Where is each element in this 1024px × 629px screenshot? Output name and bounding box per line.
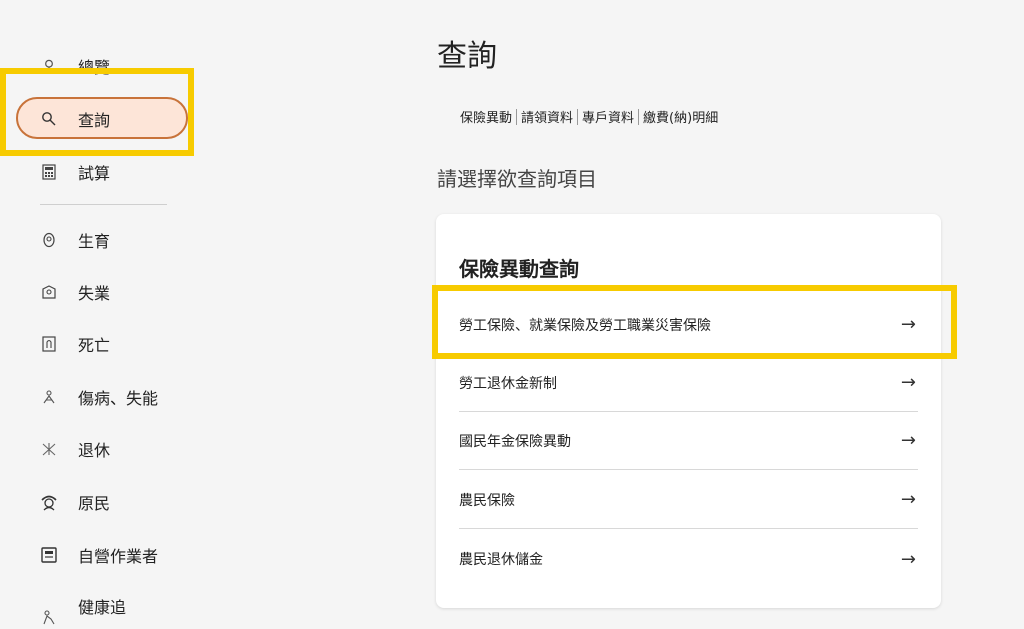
retirement-icon bbox=[40, 440, 58, 458]
indigenous-icon bbox=[40, 493, 58, 511]
arrow-right-icon: → bbox=[900, 489, 916, 510]
tab-payment-details[interactable]: 繳費(納)明細 bbox=[643, 107, 718, 126]
list-item[interactable]: 勞工退休金新制 → bbox=[459, 354, 918, 412]
arrow-right-icon: → bbox=[900, 430, 916, 451]
sidebar-item-retirement[interactable]: 退休 bbox=[40, 431, 110, 467]
sidebar-item-label: 生育 bbox=[78, 232, 111, 251]
sidebar-item-death[interactable]: 死亡 bbox=[40, 326, 110, 362]
tab-insurance-change[interactable]: 保險異動 bbox=[460, 107, 512, 126]
sidebar-item-calculator[interactable]: 試算 bbox=[40, 154, 110, 190]
sidebar-divider bbox=[40, 204, 167, 205]
query-card: 保險異動查詢 勞工保險、就業保險及勞工職業災害保險 → 勞工退休金新制 → 國民… bbox=[436, 214, 941, 608]
sidebar-item-unemployment[interactable]: 失業 bbox=[40, 274, 110, 310]
query-tabs: 保險異動 請領資料 專戶資料 繳費(納)明細 bbox=[460, 107, 718, 126]
tab-account-data[interactable]: 專戶資料 bbox=[582, 107, 634, 126]
list-item-label: 農民退休儲金 bbox=[459, 552, 543, 568]
arrow-right-icon: → bbox=[900, 372, 916, 393]
tab-separator bbox=[516, 108, 518, 125]
sidebar-item-label: 死亡 bbox=[78, 336, 111, 355]
tab-claim-data[interactable]: 請領資料 bbox=[521, 107, 573, 126]
sidebar-item-label: 試算 bbox=[78, 164, 111, 183]
sidebar-item-indigenous[interactable]: 原民 bbox=[40, 484, 110, 520]
health-icon bbox=[40, 608, 58, 626]
sidebar-item-label: 退休 bbox=[78, 441, 111, 460]
page-title: 查詢 bbox=[437, 39, 497, 74]
sidebar: ⚲ 總覽 查詢 試算 生育 失業 死亡 傷病、失能 退休 原民 自營作業者 健康… bbox=[0, 0, 210, 629]
sidebar-item-label: 失業 bbox=[78, 284, 111, 303]
sidebar-item-injury[interactable]: 傷病、失能 bbox=[40, 379, 158, 415]
list-item[interactable]: 農民保險 → bbox=[459, 471, 918, 529]
sidebar-item-health[interactable]: 健康追 bbox=[40, 590, 126, 626]
list-item-label: 勞工退休金新制 bbox=[459, 375, 557, 392]
list-item[interactable]: 農民退休儲金 → bbox=[459, 530, 918, 588]
death-icon bbox=[40, 335, 58, 353]
highlight-box-row bbox=[432, 285, 957, 359]
injury-icon bbox=[40, 388, 58, 406]
card-title: 保險異動查詢 bbox=[459, 257, 579, 281]
sidebar-item-birth[interactable]: 生育 bbox=[40, 222, 110, 258]
arrow-right-icon: → bbox=[900, 548, 916, 570]
tab-separator bbox=[638, 108, 640, 125]
calculator-icon bbox=[40, 163, 58, 181]
sidebar-item-self-employed[interactable]: 自營作業者 bbox=[40, 537, 158, 573]
section-subtitle: 請選擇欲查詢項目 bbox=[437, 167, 597, 191]
self-employed-icon bbox=[40, 546, 58, 564]
birth-icon bbox=[40, 231, 58, 249]
highlight-box-sidebar bbox=[0, 68, 194, 156]
list-item[interactable]: 國民年金保險異動 → bbox=[459, 412, 918, 470]
sidebar-item-label: 傷病、失能 bbox=[78, 389, 159, 408]
sidebar-item-label: 自營作業者 bbox=[78, 547, 159, 566]
sidebar-item-label: 健康追 bbox=[78, 598, 127, 617]
list-item-label: 國民年金保險異動 bbox=[459, 433, 571, 450]
unemployment-icon bbox=[40, 283, 58, 301]
list-item-label: 農民保險 bbox=[459, 492, 515, 509]
tab-separator bbox=[577, 108, 579, 125]
sidebar-item-label: 原民 bbox=[78, 494, 111, 513]
